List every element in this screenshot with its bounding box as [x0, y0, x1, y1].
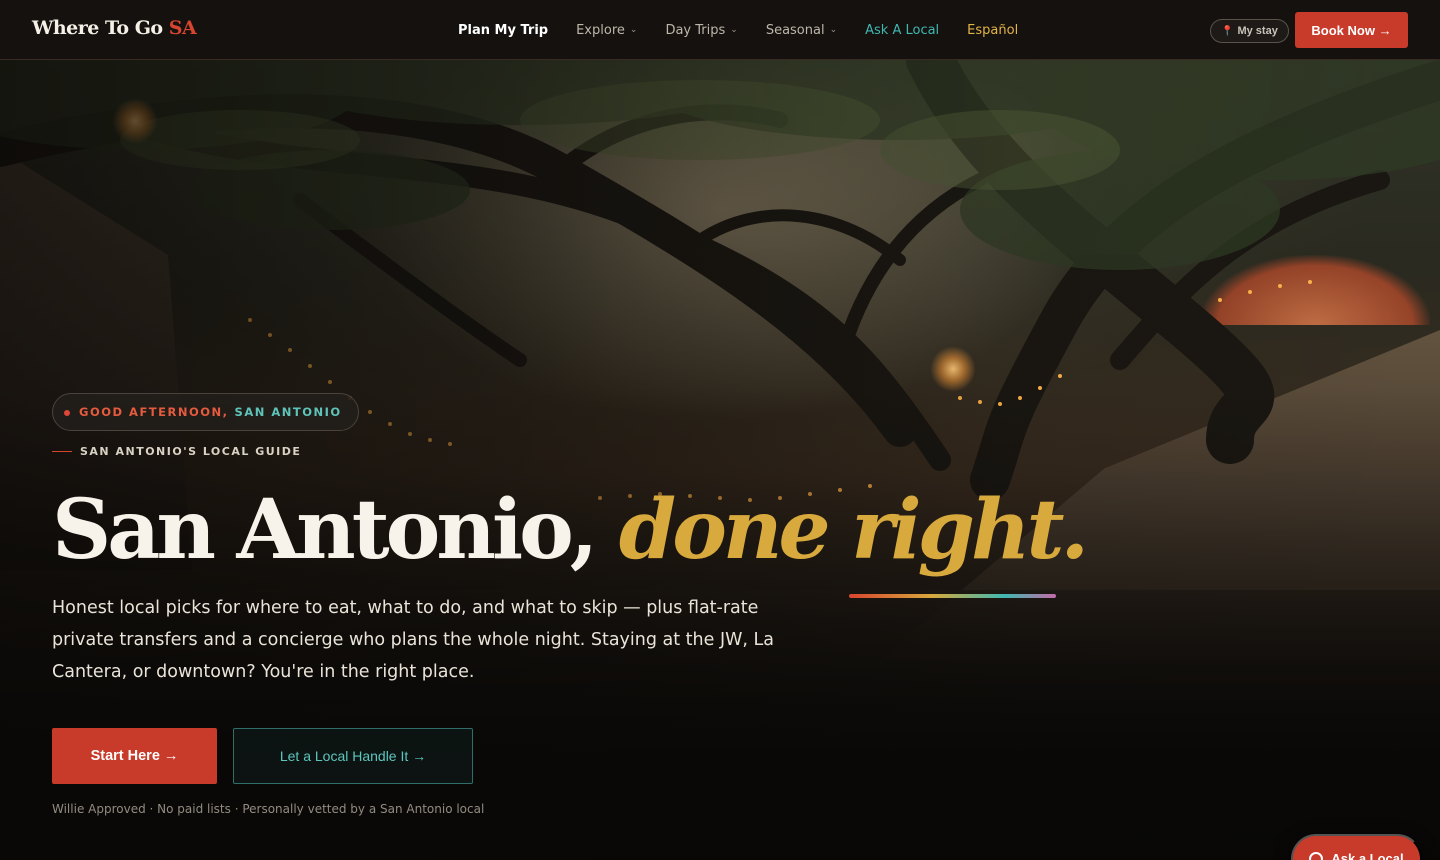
- nav-label: Ask A Local: [865, 22, 940, 38]
- hero-eyebrow: SAN ANTONIO'S LOCAL GUIDE: [52, 445, 301, 458]
- chat-label: Ask a Local: [1331, 851, 1404, 860]
- headline-accent: done right.: [618, 482, 1089, 578]
- nav-espanol[interactable]: Español: [967, 23, 1018, 38]
- book-now-button[interactable]: Book Now →: [1295, 12, 1408, 48]
- hero-headline: San Antonio, done right.: [52, 482, 1089, 578]
- main-navigation: Plan My Trip Explore ⌄ Day Trips ⌄ Seaso…: [458, 0, 1046, 60]
- nav-label: Plan My Trip: [458, 22, 549, 38]
- ask-a-local-chat-button[interactable]: Ask a Local: [1291, 834, 1422, 860]
- eyebrow-divider: [52, 451, 72, 452]
- my-stay-label: My stay: [1237, 25, 1278, 37]
- nav-label: Español: [967, 22, 1019, 38]
- eyebrow-text: SAN ANTONIO'S LOCAL GUIDE: [80, 445, 302, 458]
- greeting-text: GOOD AFTERNOON,: [79, 405, 229, 419]
- nav-plan-my-trip[interactable]: Plan My Trip: [458, 23, 548, 38]
- nav-seasonal[interactable]: Seasonal ⌄: [766, 23, 837, 38]
- nav-explore[interactable]: Explore ⌄: [576, 23, 637, 38]
- headline-underline: [849, 594, 1056, 598]
- greeting-city: SAN ANTONIO: [234, 405, 342, 419]
- greeting-badge: GOOD AFTERNOON, SAN ANTONIO: [52, 393, 359, 431]
- headline-main: San Antonio,: [52, 482, 619, 578]
- nav-label: Day Trips: [665, 22, 726, 38]
- nav-label: Seasonal: [765, 22, 825, 38]
- logo-accent: SA: [168, 17, 197, 39]
- site-logo[interactable]: Where To Go SA: [32, 17, 197, 39]
- status-dot-icon: [64, 410, 70, 416]
- nav-label: Explore: [576, 22, 625, 38]
- chat-bubble-icon: [1309, 852, 1324, 860]
- logo-name: Where To Go: [32, 17, 163, 39]
- chevron-down-icon: ⌄: [829, 25, 838, 35]
- chevron-down-icon: ⌄: [730, 25, 738, 35]
- hero-description: Honest local picks for where to eat, wha…: [52, 598, 775, 682]
- let-a-local-handle-it-button[interactable]: Let a Local Handle It →: [233, 728, 473, 784]
- trust-line: Willie Approved · No paid lists · Person…: [52, 802, 485, 816]
- nav-ask-a-local[interactable]: Ask A Local: [865, 23, 939, 38]
- chevron-down-icon: ⌄: [629, 25, 638, 35]
- map-pin-icon: 📍: [1221, 25, 1234, 37]
- start-here-button[interactable]: Start Here →: [52, 728, 217, 784]
- nav-day-trips[interactable]: Day Trips ⌄: [665, 23, 737, 38]
- my-stay-button[interactable]: 📍 My stay: [1210, 19, 1289, 43]
- top-navbar: Where To Go SA Plan My Trip Explore ⌄ Da…: [0, 0, 1440, 60]
